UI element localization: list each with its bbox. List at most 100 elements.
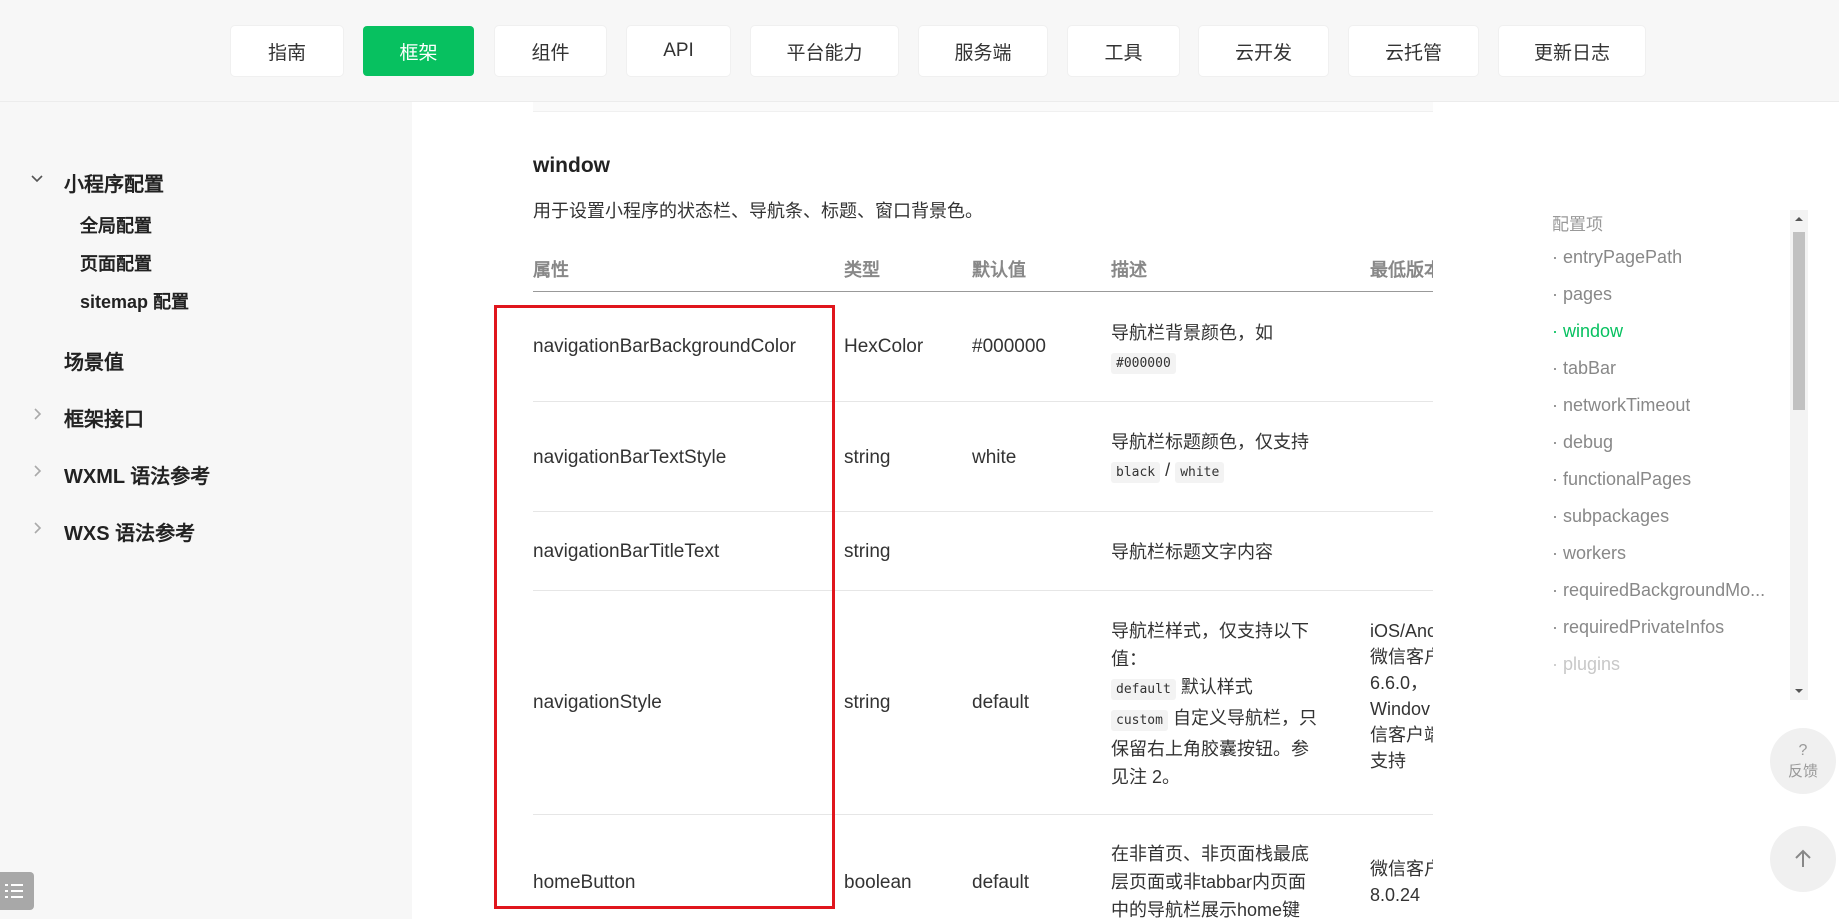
tab-framework[interactable]: 框架 (363, 26, 474, 76)
toc-item-network-timeout[interactable]: · networkTimeout (1552, 395, 1690, 416)
table-cell-prop: navigationStyle (533, 692, 662, 713)
toc-toggle-button[interactable] (0, 872, 34, 910)
table-cell-default: #000000 (972, 336, 1046, 357)
table-cell-prop: navigationBarBackgroundColor (533, 336, 796, 357)
table-header-description: 描述 (1111, 260, 1147, 280)
tab-components[interactable]: 组件 (495, 26, 606, 76)
version-line: iOS/Anc (1370, 621, 1433, 641)
tab-cloud-hosting[interactable]: 云托管 (1349, 26, 1478, 76)
chevron-down-icon[interactable] (30, 172, 44, 186)
sidebar-item-global-config[interactable]: 全局配置 (80, 212, 152, 238)
desc-text: 见注 2。 (1111, 767, 1181, 787)
table-cell-desc: 导航栏背景颜色，如 #000000 (1111, 319, 1326, 378)
tab-platform[interactable]: 平台能力 (751, 26, 898, 76)
scroll-down-arrow-icon[interactable] (1794, 686, 1804, 696)
sidebar-item-framework-interface[interactable]: 框架接口 (64, 403, 144, 432)
table-header-divider (533, 291, 1433, 292)
sidebar-item-page-config[interactable]: 页面配置 (80, 250, 152, 276)
toc-item-tabbar[interactable]: · tabBar (1552, 358, 1616, 379)
toc-item-window[interactable]: · window (1552, 321, 1623, 342)
desc-code: black (1111, 462, 1161, 483)
desc-text: 自定义导航栏，只 (1172, 708, 1317, 728)
top-navigation: 指南 框架 组件 API 平台能力 服务端 工具 云开发 云托管 更新日志 (0, 0, 1839, 102)
desc-code: white (1175, 462, 1225, 483)
desc-separator: / (1165, 460, 1171, 480)
desc-code: custom (1111, 710, 1168, 731)
table-header-min-version: 最低版本 (1370, 260, 1433, 280)
version-line: 微信客户 (1370, 647, 1433, 667)
table-cell-prop: navigationBarTitleText (533, 541, 720, 562)
tab-server[interactable]: 服务端 (919, 26, 1047, 76)
toc-scrollbar-thumb[interactable] (1793, 232, 1805, 410)
table-cell-type: string (844, 447, 891, 468)
tab-guide[interactable]: 指南 (231, 26, 343, 76)
table-cell-default: default (972, 692, 1030, 713)
sidebar-item-sitemap-config[interactable]: sitemap 配置 (80, 288, 189, 314)
desc-text: 导航栏样式，仅支持以下 (1111, 621, 1309, 641)
table-cell-type: HexColor (844, 336, 924, 357)
table-cell-default: white (972, 447, 1017, 468)
previous-card-edge (533, 102, 1433, 112)
desc-text: 在非首页、非页面栈最底 (1111, 844, 1309, 864)
section-title: window (533, 154, 610, 177)
desc-code: default (1111, 679, 1176, 700)
chevron-right-icon[interactable] (30, 521, 44, 535)
toc-item-debug[interactable]: · debug (1552, 432, 1613, 453)
version-line: 支持 (1370, 751, 1406, 771)
toc-heading: 配置项 (1552, 215, 1603, 234)
sidebar-item-scene[interactable]: 场景值 (64, 346, 124, 375)
row-divider (533, 590, 1433, 591)
list-icon (5, 884, 23, 898)
toc-scrollbar[interactable] (1790, 210, 1808, 700)
feedback-label: 反馈 (1787, 762, 1818, 780)
chevron-right-icon[interactable] (30, 464, 44, 478)
row-divider (533, 401, 1433, 402)
toc-item-entry-page-path[interactable]: · entryPagePath (1552, 247, 1682, 268)
sidebar: 小程序配置 全局配置 页面配置 sitemap 配置 场景值 框架接口 WXML… (0, 102, 412, 919)
version-line: Windov (1370, 699, 1431, 719)
table-cell-prop: navigationBarTextStyle (533, 447, 727, 468)
table-cell-desc: 导航栏标题颜色，仅支持 black / white (1111, 428, 1326, 487)
row-divider (533, 511, 1433, 512)
table-cell-type: string (844, 692, 891, 713)
tab-changelog[interactable]: 更新日志 (1499, 26, 1645, 76)
toc-item-workers[interactable]: · workers (1552, 543, 1626, 564)
question-icon: ? (1798, 741, 1808, 759)
chevron-right-icon[interactable] (30, 407, 44, 421)
back-to-top-button[interactable] (1770, 826, 1836, 892)
version-line: 微信客户 (1370, 859, 1433, 879)
desc-text: 值： (1111, 649, 1147, 669)
toc-item-plugins[interactable]: · plugins (1552, 654, 1620, 675)
section-description: 用于设置小程序的状态栏、导航条、标题、窗口背景色。 (533, 201, 983, 221)
feedback-button[interactable]: ? 反馈 (1770, 728, 1836, 794)
sidebar-group-title[interactable]: 小程序配置 (64, 168, 164, 197)
desc-text: 层页面或非tabbar内页面 (1111, 872, 1307, 892)
tab-cloud-dev[interactable]: 云开发 (1199, 26, 1328, 76)
table-header-type: 类型 (844, 260, 880, 280)
sidebar-item-wxml[interactable]: WXML 语法参考 (64, 460, 210, 489)
table-cell-type: boolean (844, 872, 912, 893)
table-cell-prop: homeButton (533, 872, 636, 893)
tab-api[interactable]: API (627, 26, 730, 76)
toc-item-subpackages[interactable]: · subpackages (1552, 506, 1669, 527)
desc-text: 保留右上角胶囊按钮。参 (1111, 739, 1309, 759)
desc-text: 默认样式 (1180, 677, 1253, 697)
toc-item-required-background-modes[interactable]: · requiredBackgroundMo... (1552, 580, 1765, 601)
table-cell-desc: 在非首页、非页面栈最底 层页面或非tabbar内页面 中的导航栏展示home键 (1111, 840, 1326, 919)
toc-item-pages[interactable]: · pages (1552, 284, 1612, 305)
table-cell-desc: 导航栏样式，仅支持以下 值： default 默认样式 custom 自定义导航… (1111, 617, 1326, 791)
version-line: 6.6.0， (1370, 673, 1429, 693)
desc-code: #000000 (1111, 353, 1176, 374)
tab-tools[interactable]: 工具 (1068, 26, 1179, 76)
arrow-up-icon (1795, 849, 1811, 867)
table-cell-version: 微信客户 8.0.24 (1370, 856, 1433, 908)
version-line: 8.0.24 (1370, 885, 1421, 905)
desc-text: 导航栏背景颜色，如 (1111, 323, 1273, 343)
toc-item-functional-pages[interactable]: · functionalPages (1552, 469, 1691, 490)
properties-table: 属性 类型 默认值 描述 最低版本 navigationBarBackgroun… (533, 244, 1433, 919)
sidebar-item-wxs[interactable]: WXS 语法参考 (64, 517, 195, 546)
toc-item-required-private-infos[interactable]: · requiredPrivateInfos (1552, 617, 1724, 638)
row-divider (533, 814, 1433, 815)
scroll-up-arrow-icon[interactable] (1794, 214, 1804, 224)
table-cell-desc: 导航栏标题文字内容 (1111, 542, 1273, 562)
